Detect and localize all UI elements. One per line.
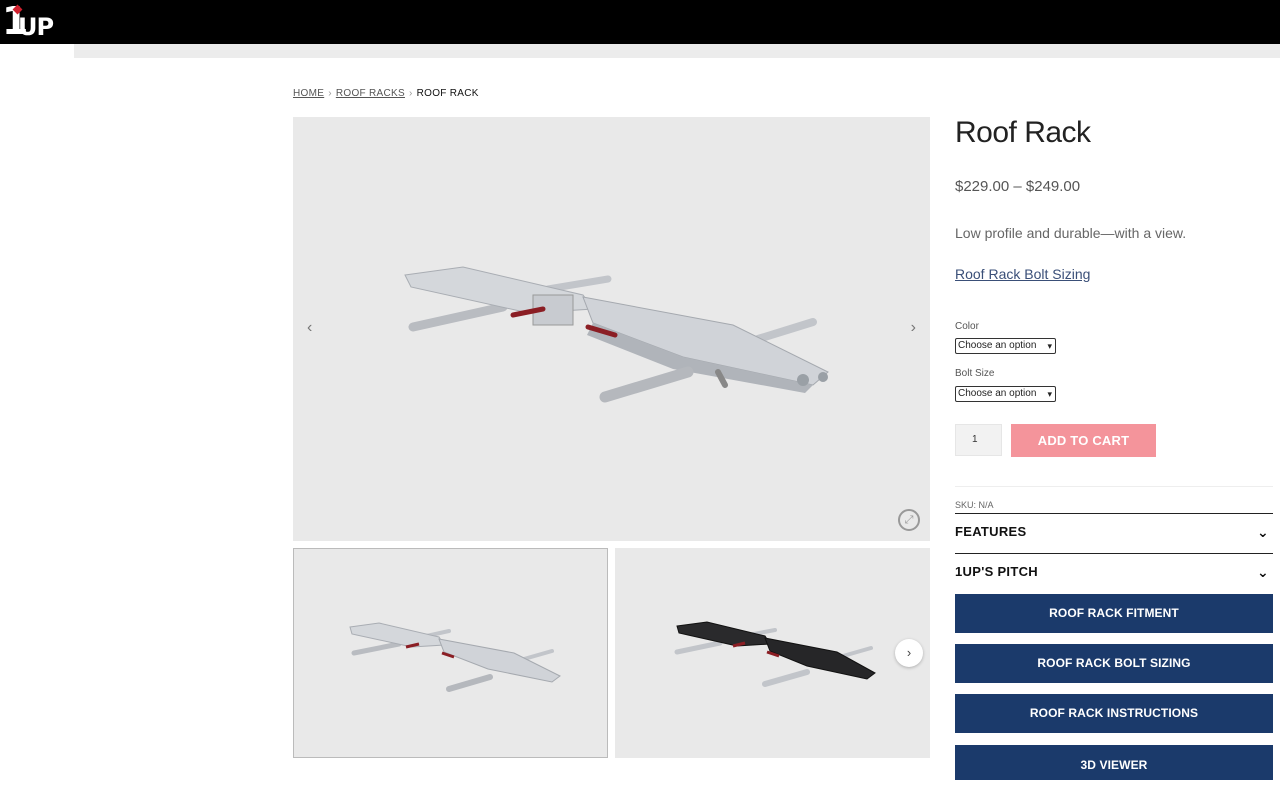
main-product-image[interactable]: ‹ › ⤢ [293, 117, 930, 541]
bolt-sizing-link[interactable]: Roof Rack Bolt Sizing [955, 266, 1090, 282]
gallery-prev-arrow-icon[interactable]: ‹ [307, 319, 312, 337]
bolt-size-select-value: Choose an option [958, 388, 1037, 399]
product-tagline: Low profile and durable—with a view. [955, 225, 1187, 241]
sku-text: SKU: N/A [955, 500, 994, 510]
chevron-down-icon: ⌄ [1256, 564, 1269, 580]
thumbnail-black-image [674, 621, 876, 687]
add-to-cart-button[interactable]: ADD TO CART [1011, 424, 1156, 457]
product-title: Roof Rack [955, 116, 1091, 149]
sub-header-bar [74, 44, 1280, 58]
breadcrumb-roof-racks-link[interactable]: ROOF RACKS [336, 88, 405, 99]
quantity-input[interactable]: 1 [955, 424, 1002, 456]
roof-rack-fitment-button[interactable]: ROOF RACK FITMENT [955, 594, 1273, 633]
accordion-features-label: FEATURES [955, 524, 1027, 539]
divider [955, 486, 1273, 487]
breadcrumb-current: ROOF RACK [416, 88, 479, 99]
breadcrumb-separator: › [328, 88, 332, 99]
color-label: Color [955, 321, 979, 332]
accordion-pitch-label: 1UP'S PITCH [955, 564, 1038, 579]
breadcrumb-separator: › [408, 88, 413, 99]
roof-rack-bolt-sizing-button[interactable]: ROOF RACK BOLT SIZING [955, 644, 1273, 683]
thumbnail-silver-image [349, 622, 561, 692]
bolt-size-label: Bolt Size [955, 368, 995, 379]
gallery-next-arrow-icon[interactable]: › [911, 319, 916, 337]
color-select-value: Choose an option [958, 340, 1037, 351]
thumbnail-black[interactable] [615, 548, 930, 758]
3d-viewer-button[interactable]: 3D VIEWER [955, 745, 1273, 780]
bolt-size-select[interactable]: Choose an option ▾ [955, 386, 1056, 402]
brand-logo[interactable]: 1 UP [2, 0, 58, 42]
top-header: 1 UP [0, 0, 1280, 44]
accordion-pitch[interactable]: 1UP'S PITCH ⌄ [955, 553, 1273, 593]
chevron-down-icon: ⌄ [1256, 524, 1269, 540]
breadcrumb: HOME › ROOF RACKS › ROOF RACK [293, 88, 479, 99]
accordion-features[interactable]: FEATURES ⌄ [955, 513, 1273, 553]
product-price: $229.00 – $249.00 [955, 178, 1081, 195]
thumbnail-next-chevron-icon[interactable]: › [895, 639, 923, 667]
zoom-icon[interactable]: ⤢ [898, 509, 920, 531]
thumbnail-silver[interactable] [293, 548, 608, 758]
roof-rack-silver-image [404, 266, 829, 403]
breadcrumb-home-link[interactable]: HOME [293, 88, 324, 99]
logo-up: UP [18, 13, 54, 41]
chevron-down-icon: ▾ [1047, 389, 1052, 399]
roof-rack-instructions-button[interactable]: ROOF RACK INSTRUCTIONS [955, 694, 1273, 733]
chevron-down-icon: ▾ [1047, 341, 1052, 351]
color-select[interactable]: Choose an option ▾ [955, 338, 1056, 354]
